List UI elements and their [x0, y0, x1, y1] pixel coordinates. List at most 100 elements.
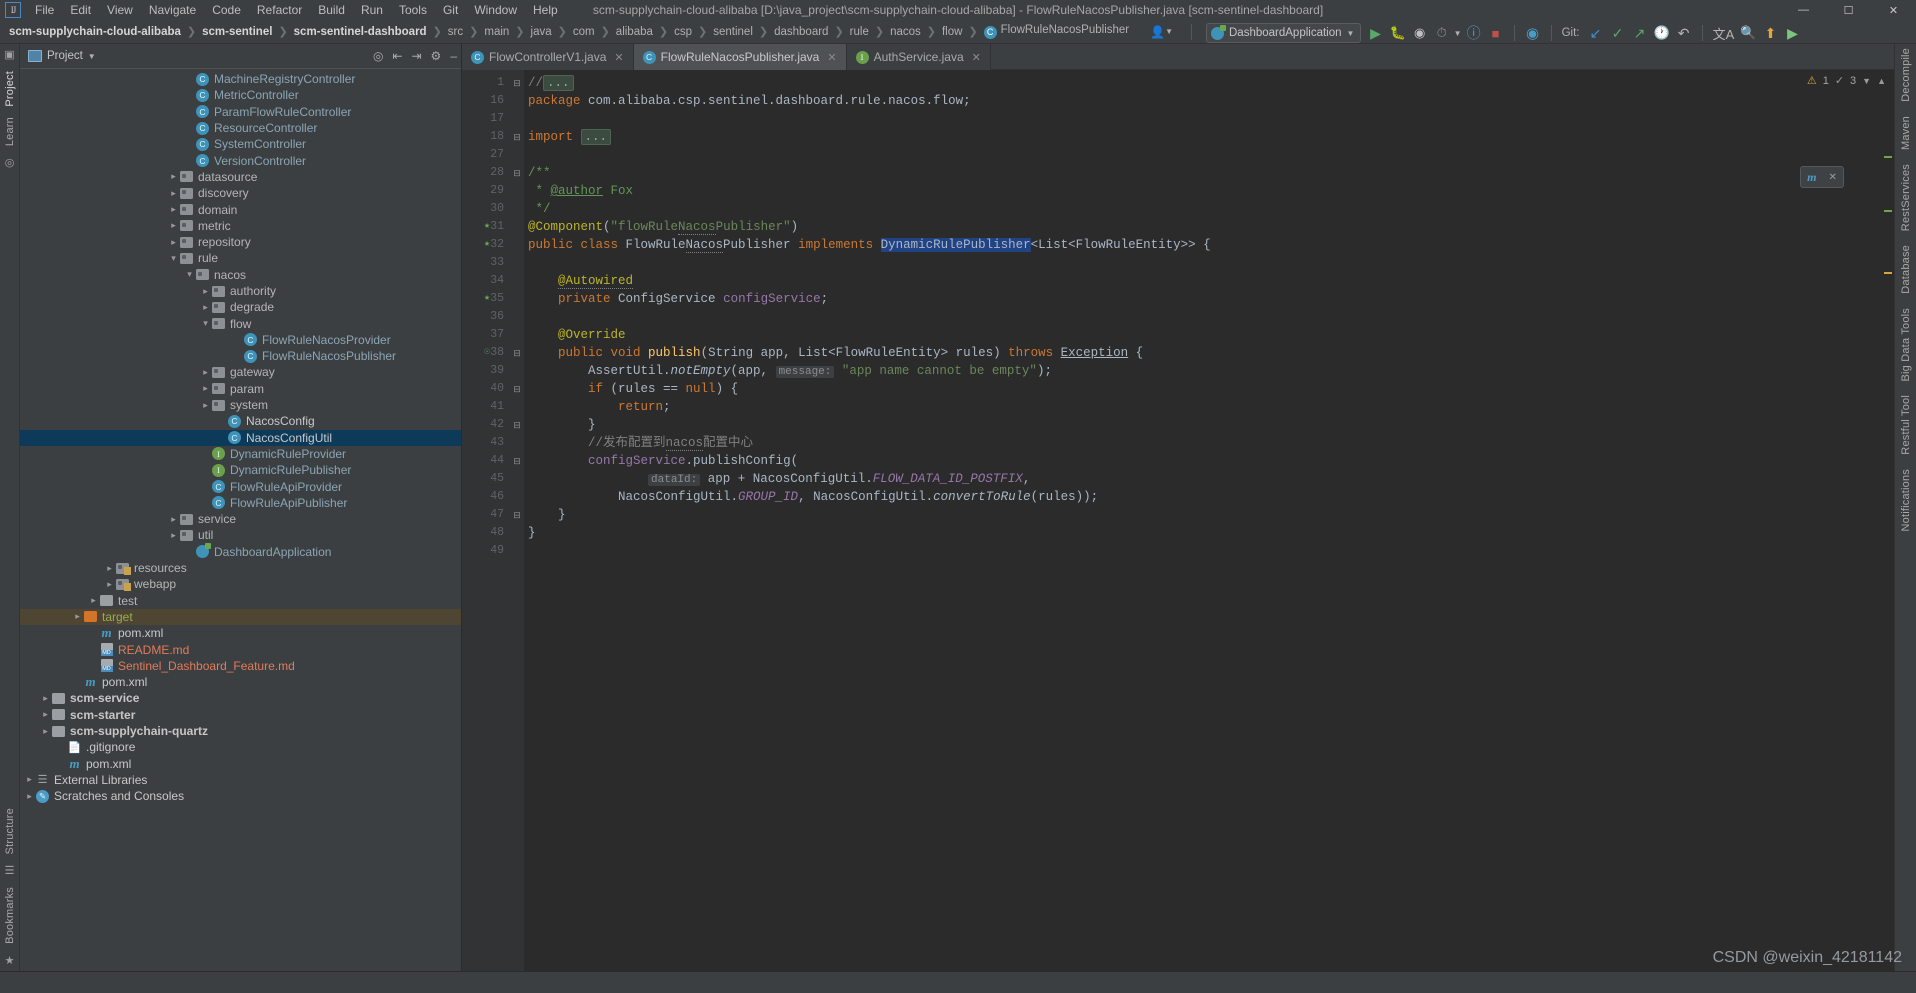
tree-row[interactable]: ▸ webapp: [20, 576, 461, 592]
fold-marker[interactable]: ⊟: [510, 380, 524, 398]
fold-marker[interactable]: ⊟: [510, 74, 524, 92]
chevron-right-icon[interactable]: ▸: [104, 579, 115, 590]
chevron-right-icon[interactable]: ▸: [40, 709, 51, 720]
git-commit-icon[interactable]: ✓: [1607, 23, 1627, 43]
user-dropdown-icon[interactable]: 👤 ▼: [1148, 22, 1175, 42]
gutter-marker-icon[interactable]: ★: [484, 236, 490, 254]
fold-marker[interactable]: [510, 290, 524, 308]
fold-marker[interactable]: ⊟: [510, 416, 524, 434]
sidebar-item-structure[interactable]: Structure: [4, 808, 16, 854]
chevron-up-icon[interactable]: ▲: [1877, 76, 1886, 86]
chevron-right-icon[interactable]: ▸: [104, 563, 115, 574]
code-line[interactable]: @Override: [528, 326, 1882, 344]
menu-run[interactable]: Run: [353, 1, 391, 19]
tree-row[interactable]: ▸📄.gitignore: [20, 739, 461, 755]
tree-row[interactable]: ▸CFlowRuleNacosPublisher: [20, 348, 461, 364]
tree-row[interactable]: ▾ flow: [20, 315, 461, 331]
chevron-right-icon[interactable]: ▸: [168, 514, 179, 525]
code-line[interactable]: * @author Fox: [528, 182, 1882, 200]
tree-row[interactable]: ▸ datasource: [20, 169, 461, 185]
menu-tools[interactable]: Tools: [391, 1, 435, 19]
code-line[interactable]: @Component("flowRuleNacosPublisher"): [528, 218, 1882, 236]
stop-icon[interactable]: ■: [1486, 23, 1506, 43]
code-line[interactable]: package com.alibaba.csp.sentinel.dashboa…: [528, 92, 1882, 110]
breadcrumb-item-13[interactable]: flow: [941, 26, 963, 38]
sidebar-item-bigdatatools[interactable]: Big Data Tools: [1900, 308, 1912, 382]
code-line[interactable]: @Autowired: [528, 272, 1882, 290]
project-tree[interactable]: ▸ C MachineRegistryController ▸ C MetricContr…: [20, 68, 461, 971]
structure-rail-icon[interactable]: ☰: [5, 864, 15, 877]
code-line[interactable]: }: [528, 506, 1882, 524]
breadcrumb-item-2[interactable]: scm-sentinel-dashboard: [293, 26, 428, 38]
tree-row[interactable]: ▸MDSentinel_Dashboard_Feature.md: [20, 658, 461, 674]
breadcrumb-item-4[interactable]: main: [483, 26, 510, 38]
breadcrumb-item-7[interactable]: alibaba: [615, 26, 654, 38]
tree-row[interactable]: ▸CNacosConfigUtil: [20, 429, 461, 446]
chevron-down-icon[interactable]: ▾: [200, 318, 211, 329]
scroll-from-source-icon[interactable]: ◎: [373, 49, 383, 63]
code-line[interactable]: [528, 308, 1882, 326]
breadcrumb-item-1[interactable]: scm-sentinel: [201, 26, 273, 38]
tree-row[interactable]: ▸ scm-supplychain-quartz: [20, 723, 461, 739]
chevron-right-icon[interactable]: ▸: [200, 400, 211, 411]
sidebar-item-learn[interactable]: Learn: [4, 117, 16, 146]
code-line[interactable]: if (rules == null) {: [528, 380, 1882, 398]
menu-build[interactable]: Build: [310, 1, 353, 19]
sidebar-item-bookmarks[interactable]: Bookmarks: [4, 887, 16, 944]
tree-row[interactable]: ▸ discovery: [20, 185, 461, 201]
tab-authservice[interactable]: I AuthService.java ✕: [847, 44, 991, 70]
search-icon[interactable]: 🔍: [1738, 23, 1758, 43]
tree-row[interactable]: ▸ authority: [20, 283, 461, 299]
fold-marker[interactable]: [510, 92, 524, 110]
tree-row[interactable]: ▸ system: [20, 397, 461, 413]
tree-row[interactable]: ▸CParamFlowRuleController: [20, 104, 461, 120]
translate-icon[interactable]: 文A: [1711, 23, 1737, 43]
profiler-icon[interactable]: ⏱: [1432, 23, 1452, 43]
code-editor[interactable]: 1 16 17 18 27 28 29 30 31 ★ 32 ★ 33 34 35 ★ 36 37 38 ☉ 39 40 4…: [462, 70, 1894, 971]
git-push-icon[interactable]: ↗: [1629, 23, 1649, 43]
fold-marker[interactable]: [510, 398, 524, 416]
fold-marker[interactable]: ⊟: [510, 452, 524, 470]
project-rail-icon[interactable]: ▣: [4, 48, 14, 61]
tree-row[interactable]: ▸ repository: [20, 234, 461, 250]
close-button[interactable]: ✕: [1871, 0, 1916, 20]
chevron-right-icon[interactable]: ▸: [168, 171, 179, 182]
fold-marker[interactable]: [510, 326, 524, 344]
tree-row[interactable]: ▸CMachineRegistryController: [20, 71, 461, 87]
source-code[interactable]: //... package com.alibaba.csp.sentinel.da…: [524, 70, 1882, 971]
chevron-right-icon[interactable]: ▸: [72, 611, 83, 622]
gutter-marker-icon[interactable]: ☉: [484, 344, 490, 362]
code-line[interactable]: import ...: [528, 128, 1882, 146]
fold-marker[interactable]: ⊟: [510, 164, 524, 182]
sidebar-item-restfultool[interactable]: Restful Tool: [1900, 395, 1912, 455]
tree-row[interactable]: ▸ service: [20, 511, 461, 527]
tree-row[interactable]: ▸ gateway: [20, 364, 461, 380]
maven-quick-popup[interactable]: m ✕: [1800, 166, 1844, 188]
menu-refactor[interactable]: Refactor: [249, 1, 310, 19]
tree-row[interactable]: ▸CMetricController: [20, 87, 461, 103]
fold-marker[interactable]: ⊟: [510, 128, 524, 146]
chevron-right-icon[interactable]: ▸: [168, 204, 179, 215]
fold-marker[interactable]: [510, 146, 524, 164]
menu-git[interactable]: Git: [435, 1, 466, 19]
tree-row[interactable]: ▸CSystemController: [20, 136, 461, 152]
code-line[interactable]: dataId: app + NacosConfigUtil.FLOW_DATA_…: [528, 470, 1882, 488]
code-line[interactable]: [528, 146, 1882, 164]
sidebar-item-notifications[interactable]: Notifications: [1900, 469, 1912, 532]
tree-row[interactable]: ▸ resources: [20, 560, 461, 576]
chevron-right-icon[interactable]: ▸: [24, 774, 35, 785]
code-line[interactable]: //...: [528, 74, 1882, 92]
upload-icon[interactable]: ⬆: [1761, 23, 1781, 43]
sidebar-item-maven[interactable]: Maven: [1900, 116, 1912, 150]
run-icon[interactable]: ▶: [1365, 23, 1385, 43]
tree-row[interactable]: ▸ util: [20, 527, 461, 543]
breadcrumb-item-3[interactable]: src: [447, 26, 464, 38]
expand-all-icon[interactable]: ⇥: [411, 49, 421, 63]
chevron-right-icon[interactable]: ▸: [200, 383, 211, 394]
tree-row[interactable]: ▸DashboardApplication: [20, 543, 461, 560]
tree-row[interactable]: ▸ metric: [20, 218, 461, 234]
chevron-right-icon[interactable]: ▸: [168, 188, 179, 199]
chevron-right-icon[interactable]: ▸: [200, 367, 211, 378]
close-icon[interactable]: ✕: [614, 51, 623, 64]
fold-marker[interactable]: [510, 542, 524, 560]
